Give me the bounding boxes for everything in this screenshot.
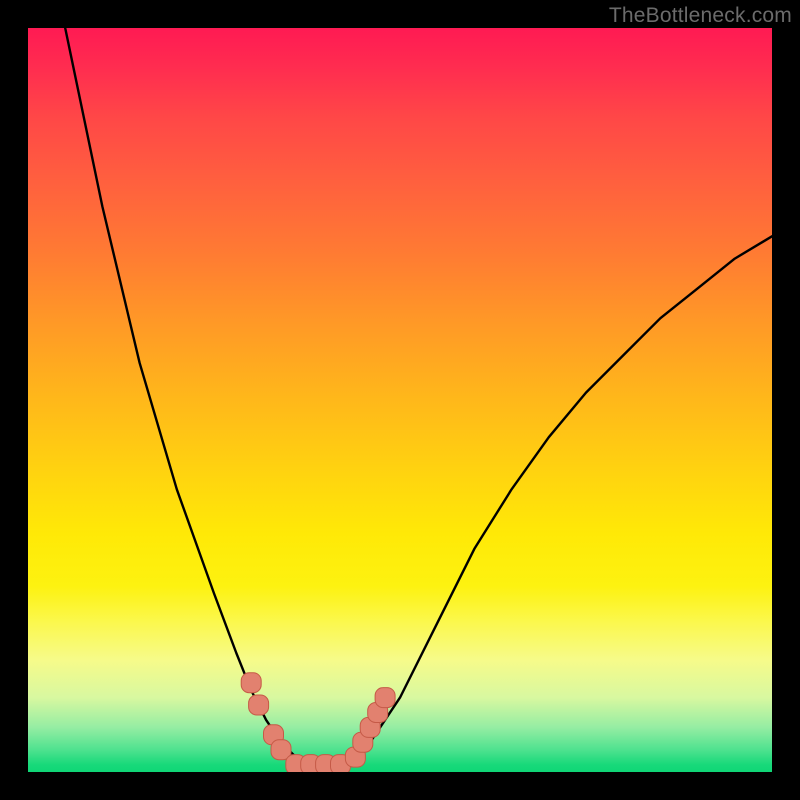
chart-frame: TheBottleneck.com bbox=[0, 0, 800, 800]
marker-group bbox=[241, 673, 395, 772]
data-marker bbox=[241, 673, 261, 693]
data-marker bbox=[249, 695, 269, 715]
plot-area bbox=[28, 28, 772, 772]
data-marker bbox=[375, 688, 395, 708]
bottleneck-chart-svg bbox=[28, 28, 772, 772]
watermark-text: TheBottleneck.com bbox=[609, 4, 792, 28]
bottleneck-curve bbox=[65, 28, 772, 765]
